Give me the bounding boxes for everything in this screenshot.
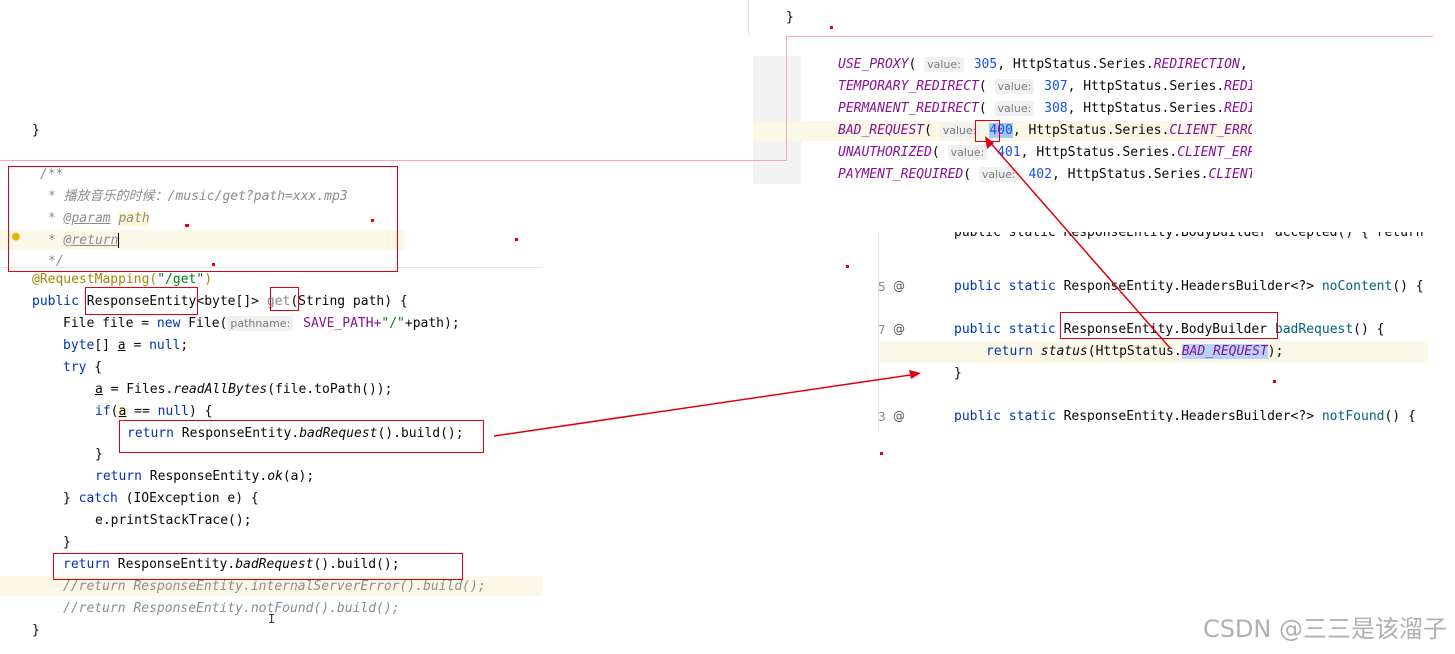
watermark: CSDN @三三是该溜子 [1202, 615, 1447, 643]
arrowhead [985, 136, 994, 149]
annotation-arrows [493, 136, 1171, 437]
arrow-inner-return-to-bad-request [493, 373, 918, 437]
arrow-bad-request-to-400 [987, 139, 1171, 349]
arrowhead [909, 370, 921, 379]
